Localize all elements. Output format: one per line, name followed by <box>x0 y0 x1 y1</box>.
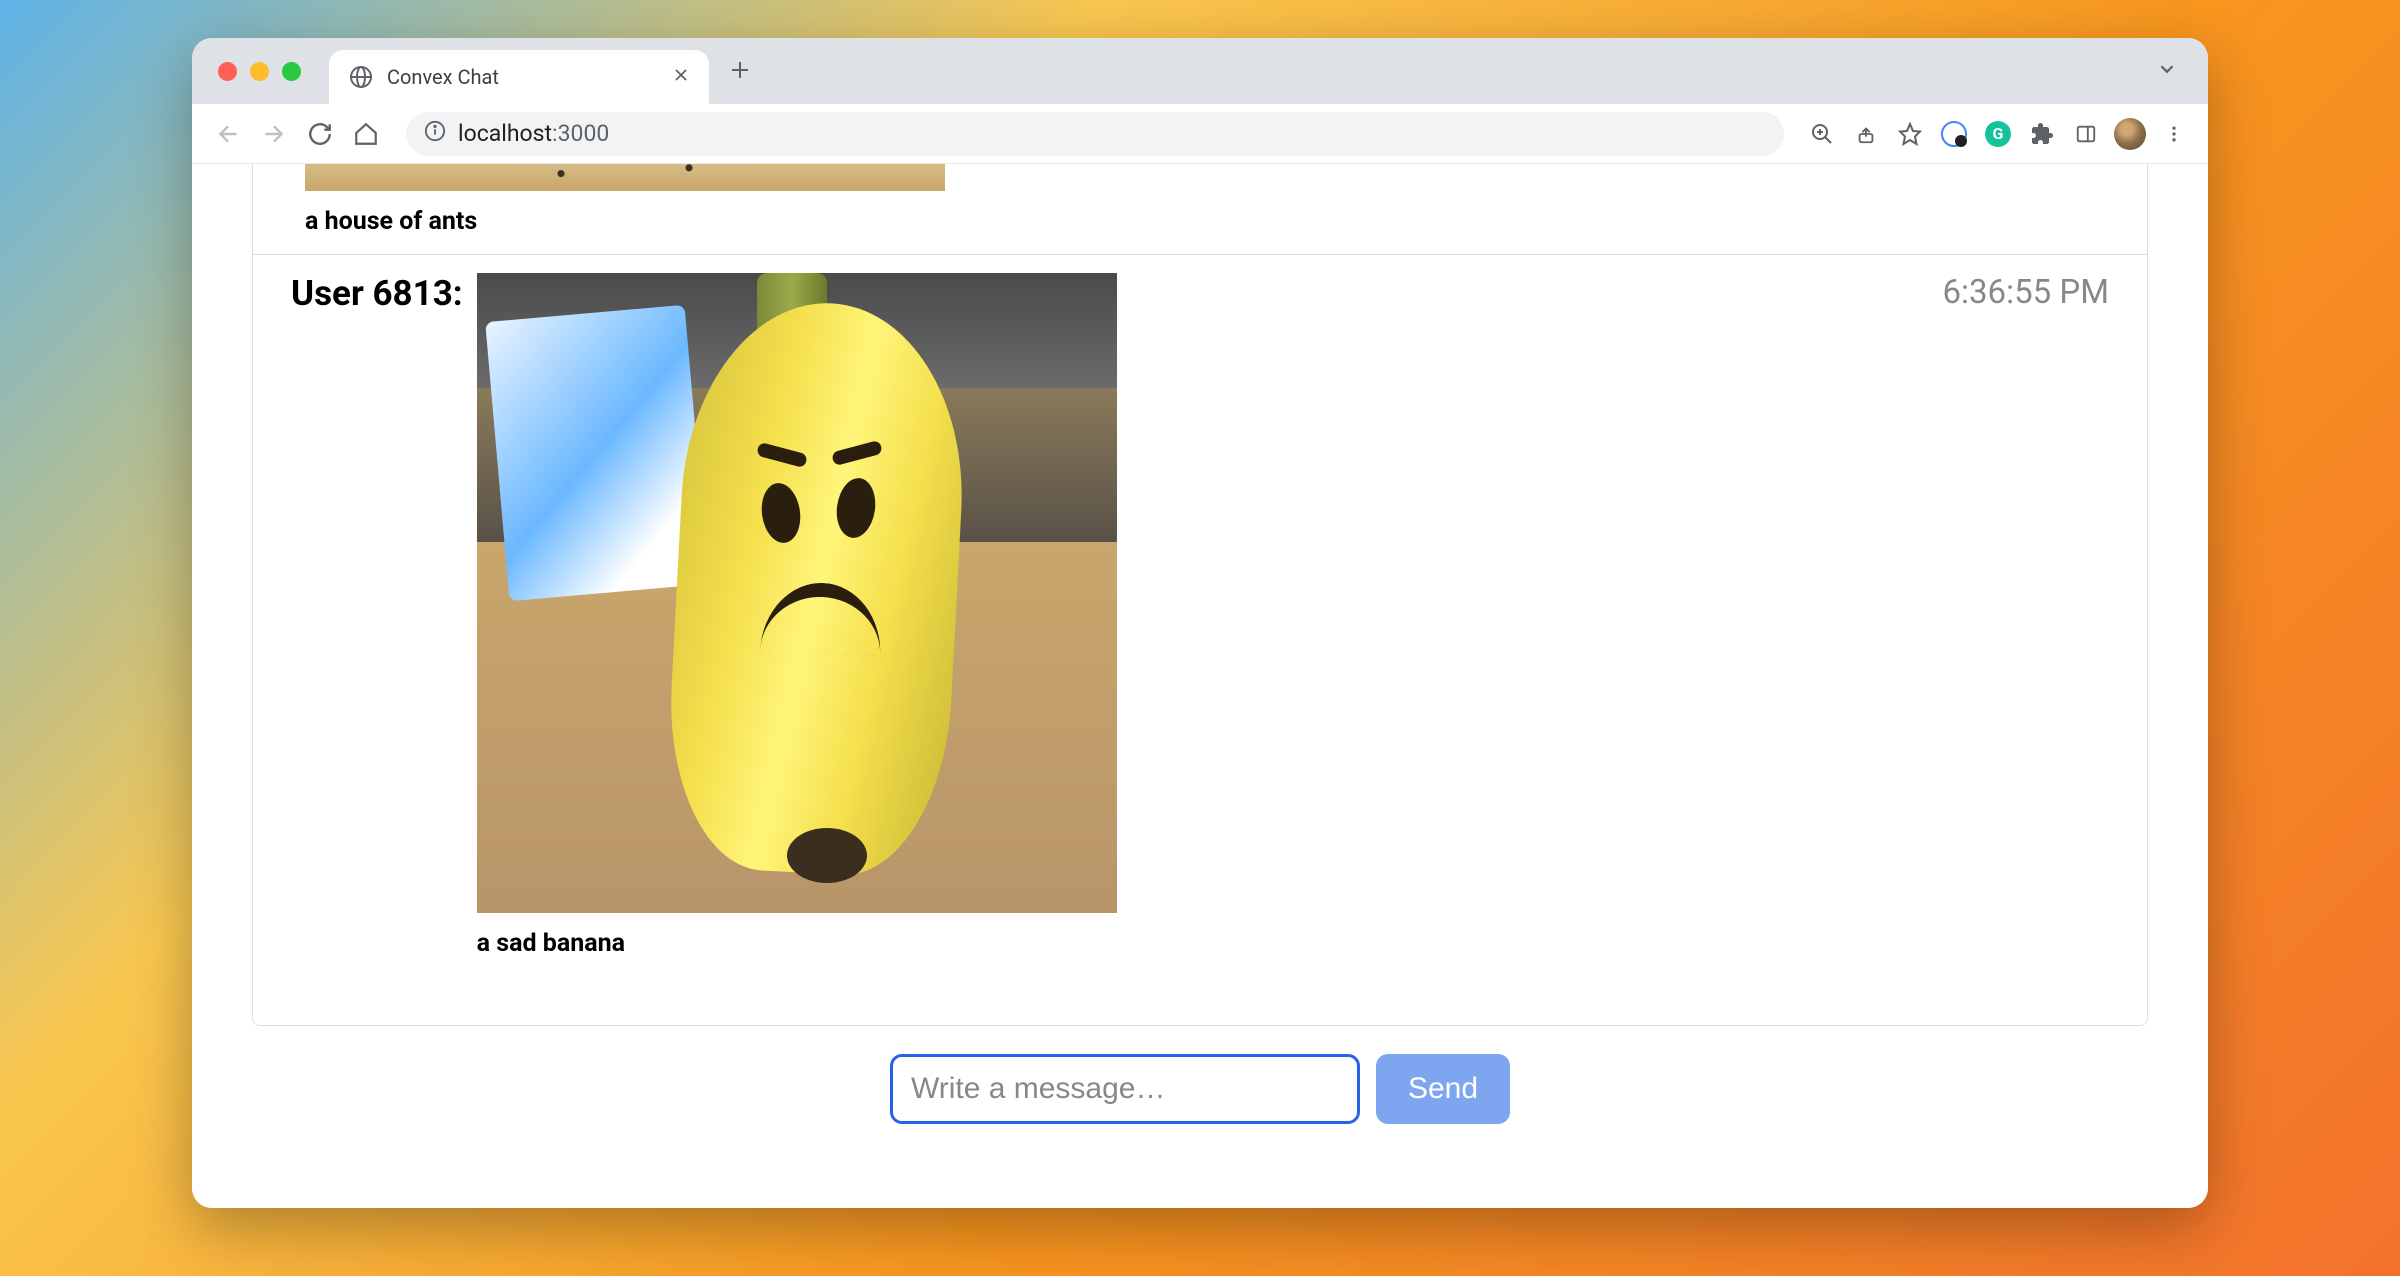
globe-icon <box>349 65 373 89</box>
tabs-dropdown-button[interactable] <box>2156 58 2178 84</box>
close-tab-button[interactable] <box>673 67 689 88</box>
message-timestamp: 6:36:55 PM <box>1942 273 2109 312</box>
message-user: User 6813: <box>291 273 463 314</box>
close-window-button[interactable] <box>218 62 237 81</box>
url-port: :3000 <box>552 120 609 147</box>
message-input[interactable] <box>890 1054 1360 1124</box>
message-image <box>305 164 945 191</box>
home-button[interactable] <box>348 116 384 152</box>
message-caption: a sad banana <box>477 929 1117 958</box>
tab-title: Convex Chat <box>387 65 673 89</box>
maximize-window-button[interactable] <box>282 62 301 81</box>
toolbar-right: G <box>1806 118 2190 150</box>
profile-avatar[interactable] <box>2114 118 2146 150</box>
share-icon[interactable] <box>1850 118 1882 150</box>
grammarly-extension-icon[interactable]: G <box>1982 118 2014 150</box>
bookmark-icon[interactable] <box>1894 118 1926 150</box>
url-text: localhost:3000 <box>458 120 609 147</box>
message-item: a house of ants <box>253 164 2147 255</box>
message-item: User 6813: <box>253 255 2147 976</box>
adblock-extension-icon[interactable] <box>1938 118 1970 150</box>
minimize-window-button[interactable] <box>250 62 269 81</box>
page-content: a house of ants User 6813: <box>192 164 2208 1208</box>
menu-icon[interactable] <box>2158 118 2190 150</box>
extensions-icon[interactable] <box>2026 118 2058 150</box>
message-image <box>477 273 1117 913</box>
new-tab-button[interactable] <box>729 55 751 88</box>
forward-button[interactable] <box>256 116 292 152</box>
message-caption: a house of ants <box>305 207 945 236</box>
browser-tab[interactable]: Convex Chat <box>329 50 709 104</box>
zoom-icon[interactable] <box>1806 118 1838 150</box>
back-button[interactable] <box>210 116 246 152</box>
site-info-icon[interactable] <box>424 120 446 148</box>
browser-window: Convex Chat <box>192 38 2208 1208</box>
side-panel-icon[interactable] <box>2070 118 2102 150</box>
messages-list[interactable]: a house of ants User 6813: <box>252 164 2148 1026</box>
window-controls <box>218 62 301 81</box>
browser-toolbar: localhost:3000 <box>192 104 2208 164</box>
reload-button[interactable] <box>302 116 338 152</box>
tab-bar: Convex Chat <box>192 38 2208 104</box>
url-host: localhost <box>458 120 552 147</box>
address-bar[interactable]: localhost:3000 <box>406 112 1784 156</box>
composer: Send <box>192 1054 2208 1124</box>
send-button[interactable]: Send <box>1376 1054 1510 1124</box>
